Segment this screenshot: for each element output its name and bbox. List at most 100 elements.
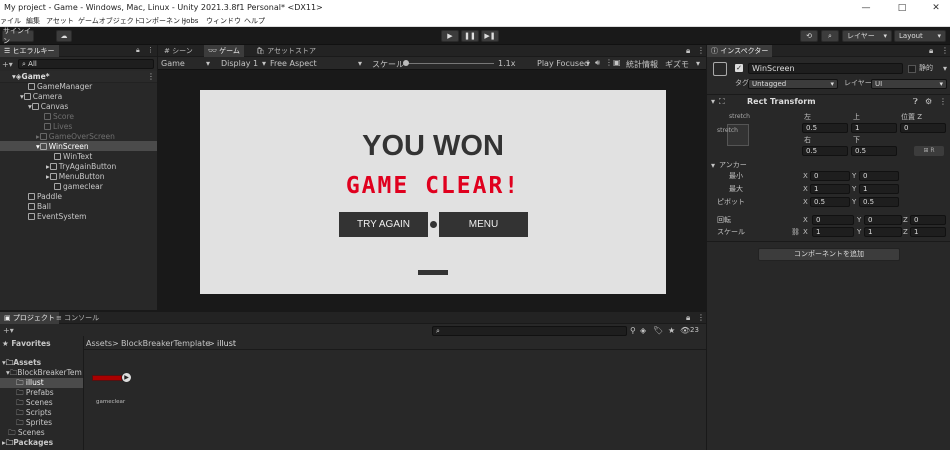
scale-y-input[interactable]: 1 xyxy=(864,227,902,237)
layout-dropdown[interactable]: Layout ▾ xyxy=(894,30,946,42)
hierarchy-item[interactable]: WinText xyxy=(54,152,92,162)
hierarchy-item[interactable]: ▸ TryAgainButton xyxy=(46,162,116,172)
hierarchy-item[interactable]: Score xyxy=(44,112,74,122)
project-folder[interactable]: 🗀︎ Sprites xyxy=(16,418,52,428)
rotation-x-input[interactable]: 0 xyxy=(812,215,854,225)
posz-input[interactable]: 0 xyxy=(900,123,946,133)
scale-x-input[interactable]: 1 xyxy=(812,227,854,237)
more-icon[interactable]: ⋮ xyxy=(939,97,947,106)
lock-icon[interactable]: 🔒︎ xyxy=(686,313,690,323)
add-icon[interactable]: +▾ xyxy=(3,326,14,335)
static-checkbox[interactable] xyxy=(908,65,916,73)
hierarchy-item[interactable]: GameManager xyxy=(28,82,92,92)
pause-button[interactable]: ❚❚ xyxy=(461,30,479,42)
menu-file[interactable]: ァイル xyxy=(0,16,21,26)
menu-jobs[interactable]: Jobs xyxy=(184,16,198,26)
scale-z-input[interactable]: 1 xyxy=(910,227,946,237)
more-icon[interactable]: ⋮ xyxy=(147,46,154,54)
tab-scene[interactable]: # シーン xyxy=(160,45,197,57)
layers-dropdown[interactable]: レイヤー ▾ xyxy=(842,30,892,42)
scale-slider-thumb[interactable] xyxy=(403,60,409,66)
hierarchy-search-input[interactable]: ⌕ All xyxy=(18,59,154,69)
left-input[interactable]: 0.5 xyxy=(802,123,848,133)
tab-project[interactable]: ▣ プロジェクト xyxy=(0,312,59,324)
try-again-button[interactable]: TRY AGAIN xyxy=(339,212,428,237)
hierarchy-item[interactable]: EventSystem xyxy=(28,212,86,222)
hierarchy-item[interactable]: gameclear xyxy=(54,182,103,192)
layer-dropdown[interactable]: UI ▾ xyxy=(871,79,947,89)
menu-assets[interactable]: アセット xyxy=(46,16,74,26)
maximize-button[interactable]: □ xyxy=(888,0,916,16)
project-folder[interactable]: 🗀︎ Scenes xyxy=(8,428,45,438)
hierarchy-item[interactable]: ▾ Camera xyxy=(20,92,62,102)
play-focused-dropdown[interactable]: Play Focused xyxy=(537,59,589,68)
hierarchy-item[interactable]: Paddle xyxy=(28,192,62,202)
favorite-icon[interactable]: ★ xyxy=(668,326,675,335)
add-component-button[interactable]: コンポーネントを追加 xyxy=(758,248,900,261)
breadcrumb-assets[interactable]: Assets xyxy=(86,339,112,348)
project-folder-assets[interactable]: ▾🗀︎Assets xyxy=(2,358,41,368)
project-folder[interactable]: ▾🗀︎BlockBreakerTem xyxy=(6,368,82,378)
aspect-dropdown[interactable]: Free Aspect xyxy=(270,59,317,68)
project-folder-packages[interactable]: ▸🗀︎Packages xyxy=(2,438,53,448)
rotation-y-input[interactable]: 0 xyxy=(864,215,902,225)
menu-edit[interactable]: 編集 xyxy=(26,16,40,26)
chevron-down-icon[interactable]: ▾ xyxy=(711,161,715,170)
hierarchy-item-game[interactable]: ▾◈ Game* xyxy=(12,72,50,82)
menu-window[interactable]: ウィンドウ xyxy=(206,16,241,26)
anchor-max-y-input[interactable]: 1 xyxy=(859,184,899,194)
filter-type-icon[interactable]: ⚲ xyxy=(630,326,636,335)
link-icon[interactable]: ⛓ xyxy=(791,228,800,236)
scale-slider-track[interactable] xyxy=(404,63,494,64)
tag-dropdown[interactable]: Untagged ▾ xyxy=(748,79,838,89)
menu-component[interactable]: コンポーネント xyxy=(138,16,187,26)
rotation-z-input[interactable]: 0 xyxy=(910,215,946,225)
lock-icon[interactable]: 🔒︎ xyxy=(929,46,933,56)
more-icon[interactable]: ⋮ xyxy=(697,46,705,55)
anchor-max-x-input[interactable]: 1 xyxy=(810,184,850,194)
chevron-down-icon[interactable]: ▾ xyxy=(943,64,947,73)
history-icon[interactable]: ⟲ xyxy=(800,30,818,42)
favorites-header[interactable]: ★ Favorites xyxy=(2,339,51,349)
filter-label-icon[interactable]: ◈ xyxy=(640,326,646,335)
pivot-y-input[interactable]: 0.5 xyxy=(859,197,899,207)
breadcrumb-illust[interactable]: illust xyxy=(217,339,236,348)
active-checkbox[interactable]: ✓ xyxy=(735,64,743,72)
project-folder[interactable]: 🗀︎ Scripts xyxy=(16,408,52,418)
menu-button[interactable]: MENU xyxy=(439,212,528,237)
camera-icon[interactable]: ▣ xyxy=(613,58,621,67)
tab-hierarchy[interactable]: ☰ ヒエラルキー xyxy=(0,45,59,57)
hierarchy-item[interactable]: ▸ MenuButton xyxy=(46,172,104,182)
hierarchy-item[interactable]: ▾ Canvas xyxy=(28,102,68,112)
help-icon[interactable]: ❓︎ xyxy=(913,97,918,107)
add-icon[interactable]: +▾ xyxy=(2,59,16,69)
bottom-input[interactable]: 0.5 xyxy=(851,146,897,156)
gizmos-dropdown[interactable]: ギズモ xyxy=(665,59,689,70)
menu-gameobject[interactable]: ゲームオブジェクト xyxy=(78,16,141,26)
play-icon[interactable]: ▶ xyxy=(122,373,131,382)
menu-help[interactable]: ヘルプ xyxy=(244,16,265,26)
more-icon[interactable]: ⋮ xyxy=(941,46,949,55)
cloud-icon[interactable]: ☁ xyxy=(56,30,72,42)
tab-asset-store[interactable]: 🛍︎ アセットストア xyxy=(252,45,320,57)
top-input[interactable]: 1 xyxy=(851,123,897,133)
more-icon[interactable]: ⋮ xyxy=(147,72,155,81)
hierarchy-item[interactable]: ▸ GameOverScreen xyxy=(36,132,115,142)
project-folder[interactable]: 🗀︎ Prefabs xyxy=(16,388,54,398)
anchor-min-x-input[interactable]: 0 xyxy=(810,171,850,181)
object-name-input[interactable]: WinScreen xyxy=(748,63,903,74)
step-button[interactable]: ▶❚ xyxy=(481,30,499,42)
pivot-x-input[interactable]: 0.5 xyxy=(810,197,850,207)
display-dropdown[interactable]: Display 1 xyxy=(221,59,258,68)
chevron-down-icon[interactable]: ▾ xyxy=(711,97,715,106)
label-tag-icon[interactable]: 🏷︎ xyxy=(653,326,663,335)
tab-game[interactable]: 👓︎ ゲーム xyxy=(204,45,244,57)
search-icon[interactable]: ⌕ xyxy=(821,30,839,42)
project-search-input[interactable]: ⌕ xyxy=(432,326,627,336)
lock-icon[interactable]: 🔒︎ xyxy=(136,46,140,55)
hierarchy-item[interactable]: Ball xyxy=(28,202,51,212)
visibility-icon[interactable]: 👁︎ xyxy=(680,326,690,335)
asset-thumbnail[interactable]: ▶ xyxy=(92,373,131,383)
more-icon[interactable]: ⋮ xyxy=(697,313,705,322)
preset-icon[interactable]: ⚙ xyxy=(925,97,932,106)
